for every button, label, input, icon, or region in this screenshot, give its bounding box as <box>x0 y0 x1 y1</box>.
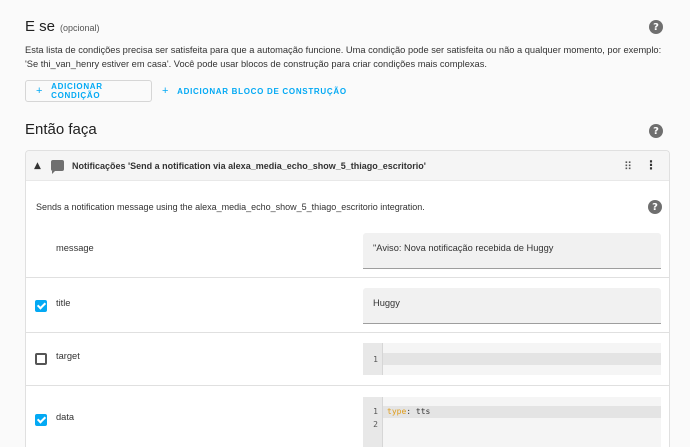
active-line <box>383 353 661 365</box>
data-checkbox[interactable] <box>35 414 47 426</box>
title-input[interactable]: Huggy <box>363 288 661 324</box>
chevron-up-icon[interactable]: ▲ <box>34 161 44 171</box>
plus-icon: + <box>162 85 170 97</box>
field-label-target: target <box>56 351 80 361</box>
conditions-header: E se (opcional) <box>25 18 100 35</box>
plus-icon: + <box>36 85 44 97</box>
more-vert-icon[interactable]: ⋮ <box>645 158 657 172</box>
drag-icon[interactable]: ⠿ <box>624 160 632 173</box>
action-card-description: Sends a notification message using the a… <box>36 202 425 212</box>
add-block-label: ADICIONAR BLOCO DE CONSTRUÇÃO <box>177 86 347 96</box>
field-label-title: title <box>56 298 71 308</box>
conditions-optional: (opcional) <box>60 23 100 33</box>
action-card: ▲ Notificações 'Send a notification via … <box>25 150 670 447</box>
field-label-message: message <box>56 243 94 253</box>
code-value: tts <box>415 407 431 416</box>
add-condition-label: ADICIONAR CONDIÇÃO <box>51 82 103 100</box>
action-card-header[interactable]: ▲ Notificações 'Send a notification via … <box>26 151 669 181</box>
actions-header: Então faça <box>25 121 97 138</box>
data-code-editor[interactable]: 1 2 type: tts <box>363 397 661 447</box>
target-code-editor[interactable]: 1 <box>363 343 661 375</box>
field-row-message: message "Aviso: Nova notificação recebid… <box>26 223 669 278</box>
line-number: 1 <box>373 355 378 364</box>
code-line-1: type: tts <box>387 407 430 416</box>
message-input[interactable]: "Aviso: Nova notificação recebida de Hug… <box>363 233 661 269</box>
field-label-data: data <box>56 412 75 422</box>
field-row-data: data 1 2 type: tts <box>26 386 669 447</box>
code-key: type <box>387 407 407 416</box>
target-checkbox[interactable] <box>35 353 47 365</box>
line-number: 1 <box>373 407 378 416</box>
line-number: 2 <box>373 420 378 429</box>
conditions-help-icon[interactable]: ? <box>649 20 663 34</box>
title-checkbox[interactable] <box>35 300 47 312</box>
conditions-title: E se <box>25 18 56 35</box>
message-icon <box>51 160 64 174</box>
conditions-description: Esta lista de condições precisa ser sati… <box>25 45 662 69</box>
action-card-title: Notificações 'Send a notification via al… <box>72 160 426 171</box>
add-condition-button[interactable]: + ADICIONAR CONDIÇÃO <box>25 80 152 102</box>
actions-help-icon[interactable]: ? <box>649 124 663 138</box>
field-row-title: title Huggy <box>26 278 669 333</box>
add-building-block-button[interactable]: + ADICIONAR BLOCO DE CONSTRUÇÃO <box>162 80 347 102</box>
field-row-target: target 1 <box>26 333 669 386</box>
action-help-icon[interactable]: ? <box>648 200 662 214</box>
code-sep: : <box>406 407 416 416</box>
actions-title: Então faça <box>25 121 97 138</box>
